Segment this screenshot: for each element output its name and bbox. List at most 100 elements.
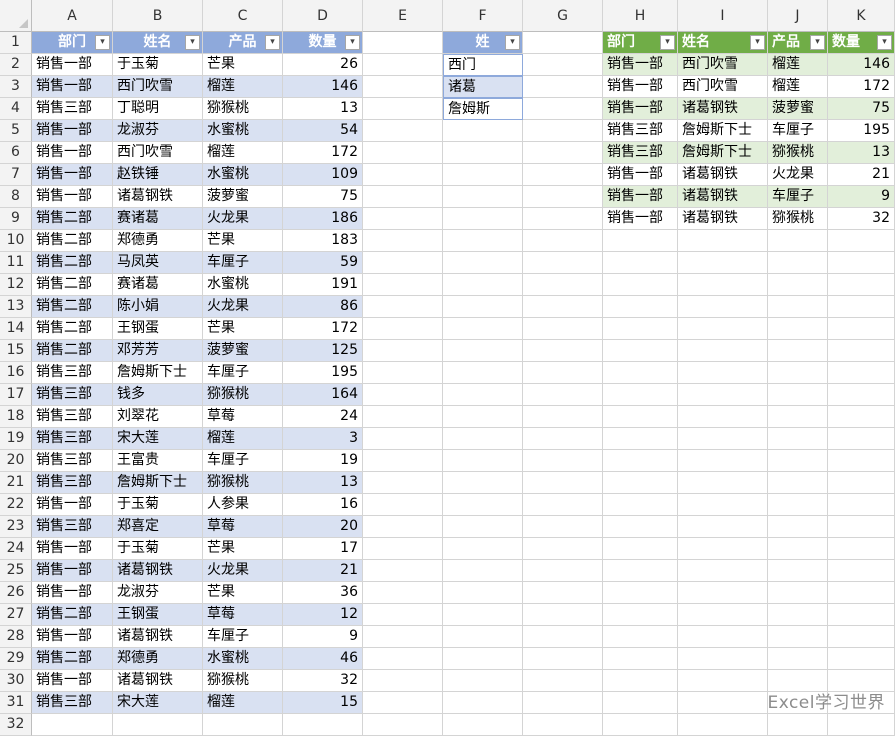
row-header-22[interactable]: 22 [0,494,32,516]
source-table-cell[interactable]: 销售一部 [32,76,113,98]
row-header-23[interactable]: 23 [0,516,32,538]
cell[interactable] [603,362,678,384]
row-header-26[interactable]: 26 [0,582,32,604]
cell[interactable] [523,560,603,582]
cell[interactable] [768,252,828,274]
source-table-cell[interactable]: 销售二部 [32,252,113,274]
source-table-cell[interactable]: 销售二部 [32,340,113,362]
source-table-cell[interactable]: 销售三部 [32,98,113,120]
cell[interactable] [443,186,523,208]
cell[interactable] [678,472,768,494]
cell[interactable] [363,406,443,428]
source-table-cell[interactable]: 13 [283,472,363,494]
criteria-cell[interactable]: 西门 [443,54,523,76]
result-table-cell[interactable]: 销售一部 [603,164,678,186]
row-header-16[interactable]: 16 [0,362,32,384]
cell[interactable] [768,714,828,736]
cell[interactable] [768,406,828,428]
cell[interactable] [523,362,603,384]
source-table-cell[interactable]: 西门吹雪 [113,76,203,98]
cell[interactable] [768,274,828,296]
cell[interactable] [443,340,523,362]
source-table-cell[interactable]: 146 [283,76,363,98]
result-table-cell[interactable]: 销售三部 [603,120,678,142]
source-table-cell[interactable]: 销售一部 [32,538,113,560]
cell[interactable] [603,560,678,582]
cell[interactable] [828,714,895,736]
cell[interactable] [678,450,768,472]
cell[interactable] [828,560,895,582]
source-table-cell[interactable]: 销售一部 [32,164,113,186]
row-header-30[interactable]: 30 [0,670,32,692]
source-table-cell[interactable]: 26 [283,54,363,76]
criteria-header-cell[interactable]: 姓 ▾ [443,32,523,54]
cell[interactable] [443,406,523,428]
cell[interactable] [828,230,895,252]
cell[interactable] [678,560,768,582]
source-header-cell[interactable]: 姓名 ▾ [113,32,203,54]
cell[interactable] [363,626,443,648]
row-header-21[interactable]: 21 [0,472,32,494]
cell[interactable] [523,494,603,516]
source-table-cell[interactable]: 186 [283,208,363,230]
row-header-13[interactable]: 13 [0,296,32,318]
row-header-7[interactable]: 7 [0,164,32,186]
result-table-cell[interactable]: 销售一部 [603,98,678,120]
cell[interactable] [523,692,603,714]
cell[interactable] [828,538,895,560]
cell[interactable] [283,714,363,736]
cell[interactable] [523,54,603,76]
result-table-cell[interactable]: 75 [828,98,895,120]
source-table-cell[interactable]: 销售三部 [32,406,113,428]
source-table-cell[interactable]: 销售二部 [32,296,113,318]
cell[interactable] [603,516,678,538]
source-table-cell[interactable]: 火龙果 [203,208,283,230]
cell[interactable] [363,230,443,252]
spreadsheet-grid[interactable]: A B C D E F G H I J K 1 2 3 4 5 6 7 8 9 10 11 12 13 14 15 16 17 18 19… [0,0,895,736]
source-table-cell[interactable]: 销售三部 [32,384,113,406]
source-table-cell[interactable]: 草莓 [203,516,283,538]
column-header-A[interactable]: A [32,0,113,32]
cell[interactable] [363,32,443,54]
cell[interactable] [603,494,678,516]
cell[interactable] [603,230,678,252]
source-table-cell[interactable]: 172 [283,142,363,164]
row-header-2[interactable]: 2 [0,54,32,76]
cell[interactable] [443,692,523,714]
cell[interactable] [678,626,768,648]
filter-dropdown-icon[interactable]: ▾ [660,35,675,50]
cell[interactable] [768,450,828,472]
source-table-cell[interactable]: 销售三部 [32,692,113,714]
source-table-cell[interactable]: 销售一部 [32,560,113,582]
cell[interactable] [828,428,895,450]
cell[interactable] [523,472,603,494]
source-table-cell[interactable]: 车厘子 [203,362,283,384]
cell[interactable] [443,384,523,406]
cell[interactable] [603,384,678,406]
cell[interactable] [523,670,603,692]
source-table-cell[interactable]: 20 [283,516,363,538]
cell[interactable] [363,164,443,186]
cell[interactable] [523,538,603,560]
source-header-cell[interactable]: 数量 ▾ [283,32,363,54]
source-table-cell[interactable]: 销售一部 [32,54,113,76]
result-table-cell[interactable]: 榴莲 [768,76,828,98]
row-header-19[interactable]: 19 [0,428,32,450]
cell[interactable] [828,648,895,670]
column-header-J[interactable]: J [768,0,828,32]
cell[interactable] [603,692,678,714]
result-table-cell[interactable]: 榴莲 [768,54,828,76]
cell[interactable] [828,494,895,516]
cell[interactable] [603,340,678,362]
cell[interactable] [363,384,443,406]
source-table-cell[interactable]: 人参果 [203,494,283,516]
source-table-cell[interactable]: 诸葛钢铁 [113,560,203,582]
cell[interactable] [363,604,443,626]
source-table-cell[interactable]: 邓芳芳 [113,340,203,362]
source-table-cell[interactable]: 销售二部 [32,208,113,230]
source-table-cell[interactable]: 榴莲 [203,76,283,98]
cell[interactable] [828,406,895,428]
cell[interactable] [603,274,678,296]
column-header-K[interactable]: K [828,0,895,32]
cell[interactable] [363,318,443,340]
